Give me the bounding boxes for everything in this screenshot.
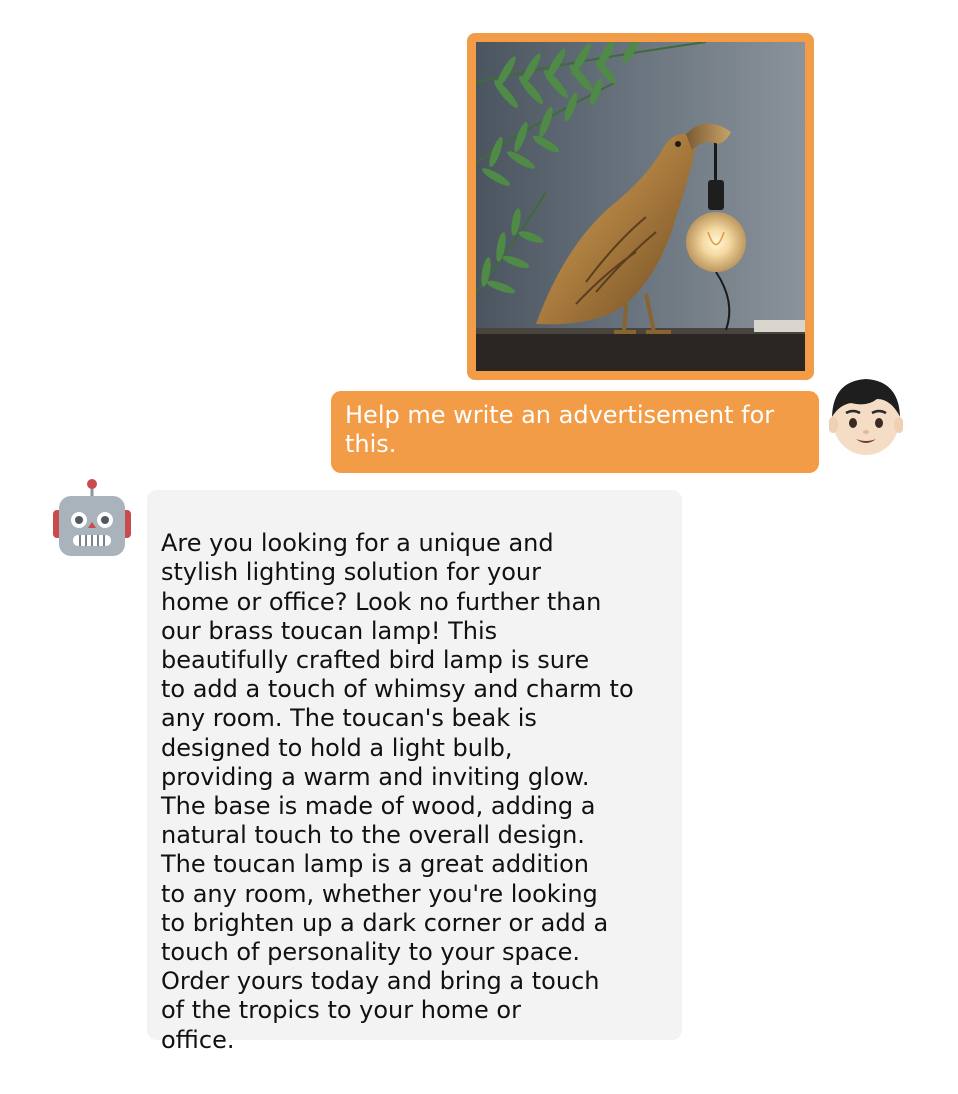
user-message-text: Help me write an advertisement for this.	[345, 401, 775, 458]
bot-message-text: Are you looking for a unique and stylish…	[161, 529, 634, 1054]
user-message-bubble: Help me write an advertisement for this.	[331, 391, 819, 473]
bot-message-bubble: Are you looking for a unique and stylish…	[147, 490, 682, 1054]
user-image-message	[467, 33, 814, 380]
robot-face-icon	[53, 479, 131, 556]
boy-face-icon	[829, 379, 903, 455]
toucan-lamp-photo	[476, 42, 805, 371]
